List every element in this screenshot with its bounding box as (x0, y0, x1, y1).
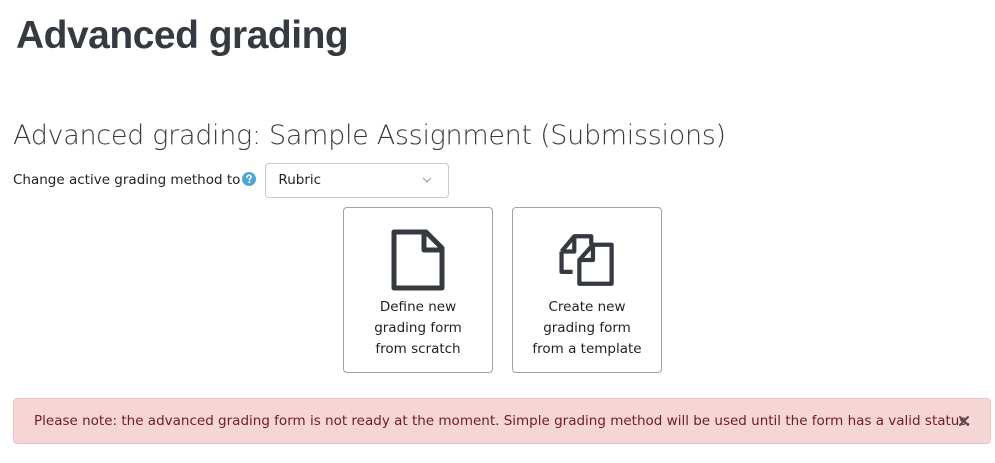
grading-method-row: Change active grading method to Rubric (13, 162, 450, 198)
grading-method-label: Change active grading method to (13, 172, 241, 188)
define-new-form-label: Define new grading form from scratch (374, 299, 462, 357)
create-from-template-button[interactable]: Create new grading form from a template (512, 207, 662, 373)
file-icon (391, 229, 445, 291)
copy-files-icon (559, 234, 614, 286)
page: Advanced grading Advanced grading: Sampl… (0, 0, 995, 463)
section-heading: Advanced grading: Sample Assignment (Sub… (13, 120, 726, 151)
question-circle-icon[interactable] (242, 172, 257, 186)
alert-message: Please note: the advanced grading form i… (34, 413, 971, 429)
page-title: Advanced grading (16, 14, 349, 57)
define-new-form-button[interactable]: Define new grading form from scratch (343, 207, 493, 373)
create-from-template-label: Create new grading form from a template (532, 299, 642, 357)
grading-method-select[interactable]: Rubric (265, 162, 450, 198)
grading-method-selected-value: Rubric (278, 172, 322, 188)
not-ready-alert: Please note: the advanced grading form i… (13, 398, 991, 444)
close-icon[interactable] (958, 415, 970, 427)
chevron-down-icon (423, 177, 432, 183)
